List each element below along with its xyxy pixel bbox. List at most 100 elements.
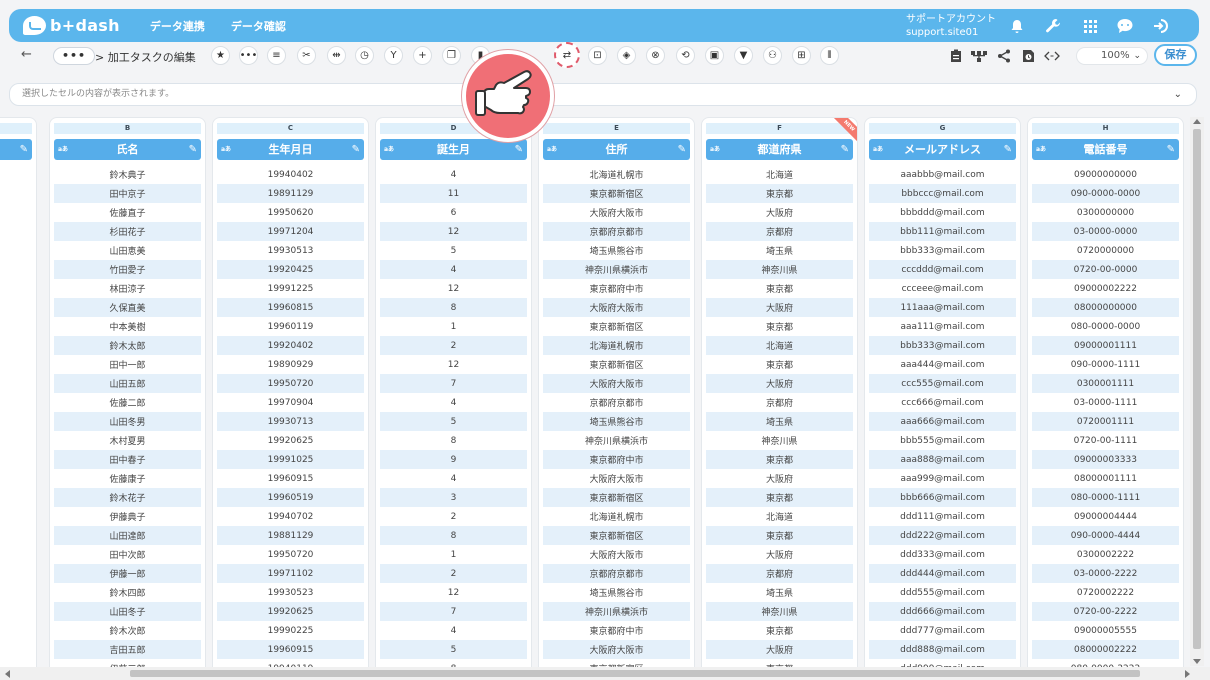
table-cell[interactable]: ddd444@mail.com: [869, 564, 1016, 583]
bell-icon[interactable]: [1008, 17, 1026, 35]
table-cell[interactable]: bbbddd@mail.com: [869, 203, 1016, 222]
table-cell[interactable]: 19960915: [217, 469, 364, 488]
table-cell[interactable]: 7: [380, 602, 527, 621]
clipboard-icon[interactable]: [947, 47, 965, 65]
swap-tool-button[interactable]: ⇄: [554, 42, 580, 68]
table-cell[interactable]: 京都府: [706, 393, 853, 412]
table-cell[interactable]: 北海道: [706, 507, 853, 526]
table-cell[interactable]: aaa888@mail.com: [869, 450, 1016, 469]
merge-tool-button[interactable]: ⚇: [763, 46, 782, 65]
table-cell[interactable]: 京都府京都市: [543, 393, 690, 412]
edit-pen-icon[interactable]: ✎: [515, 139, 523, 160]
table-cell[interactable]: 08000001111: [1032, 469, 1179, 488]
scroll-left-arrow-icon[interactable]: [5, 670, 10, 678]
table-cell[interactable]: aaa666@mail.com: [869, 412, 1016, 431]
table-cell[interactable]: ddd222@mail.com: [869, 526, 1016, 545]
table-cell[interactable]: 東京都新宿区: [543, 355, 690, 374]
table-cell[interactable]: 神奈川県: [706, 602, 853, 621]
table-cell[interactable]: 杉田花子: [54, 222, 201, 241]
table-cell[interactable]: 19920402: [217, 336, 364, 355]
table-cell[interactable]: 19881129: [217, 526, 364, 545]
table-cell[interactable]: aaa111@mail.com: [869, 317, 1016, 336]
table-cell[interactable]: 東京都府中市: [543, 279, 690, 298]
table-cell[interactable]: 大阪府大阪市: [543, 203, 690, 222]
column-header[interactable]: aあ 誕生月 ✎: [380, 139, 527, 160]
table-cell[interactable]: 12: [380, 583, 527, 602]
table-cell[interactable]: 12: [380, 279, 527, 298]
table-cell[interactable]: 佐藤直子: [54, 203, 201, 222]
table-cell[interactable]: ddd888@mail.com: [869, 640, 1016, 659]
table-cell[interactable]: 東京都新宿区: [543, 184, 690, 203]
table-cell[interactable]: 09000001111: [1032, 336, 1179, 355]
column-header[interactable]: aあ 氏名 ✎: [54, 139, 201, 160]
column-header[interactable]: aあ 電話番号 ✎: [1032, 139, 1179, 160]
edit-pen-icon[interactable]: ✎: [189, 139, 197, 160]
table-cell[interactable]: 北海道: [706, 336, 853, 355]
edit-pen-icon[interactable]: ✎: [20, 139, 28, 160]
branch-tool-button[interactable]: Y: [384, 46, 403, 65]
back-arrow-icon[interactable]: ←: [21, 47, 32, 62]
table-cell[interactable]: 12: [380, 355, 527, 374]
table-cell[interactable]: aaa999@mail.com: [869, 469, 1016, 488]
table-cell[interactable]: ccceee@mail.com: [869, 279, 1016, 298]
table-cell[interactable]: 0300002222: [1032, 545, 1179, 564]
table-cell[interactable]: 神奈川県横浜市: [543, 602, 690, 621]
table-cell[interactable]: 伊藤典子: [54, 507, 201, 526]
table-cell[interactable]: 京都府: [706, 222, 853, 241]
table-cell[interactable]: 9: [380, 450, 527, 469]
cancel-tool-button[interactable]: ⊗: [646, 46, 665, 65]
table-cell[interactable]: 19990225: [217, 621, 364, 640]
table-cell[interactable]: 1: [380, 317, 527, 336]
table-cell[interactable]: 山田冬男: [54, 412, 201, 431]
horizontal-scrollbar[interactable]: [0, 667, 1210, 680]
more-tool-button[interactable]: •••: [239, 46, 258, 65]
table-cell[interactable]: 8: [380, 298, 527, 317]
table-cell[interactable]: 5: [380, 241, 527, 260]
table-cell[interactable]: 田中京子: [54, 184, 201, 203]
table-cell[interactable]: 19950620: [217, 203, 364, 222]
table-cell[interactable]: 埼玉県: [706, 412, 853, 431]
table-cell[interactable]: bbb666@mail.com: [869, 488, 1016, 507]
zoom-select[interactable]: 100% ⌄: [1076, 47, 1148, 65]
table-cell[interactable]: 0300000000: [1032, 203, 1179, 222]
table-cell[interactable]: 19940402: [217, 165, 364, 184]
table-cell[interactable]: 大阪府大阪市: [543, 640, 690, 659]
table-cell[interactable]: 竹田愛子: [54, 260, 201, 279]
table-cell[interactable]: 大阪府: [706, 545, 853, 564]
table-cell[interactable]: ccc555@mail.com: [869, 374, 1016, 393]
filter-tool-button[interactable]: ▼: [734, 46, 753, 65]
table-cell[interactable]: 東京都: [706, 488, 853, 507]
table-cell[interactable]: 2: [380, 564, 527, 583]
table-cell[interactable]: 田中春子: [54, 450, 201, 469]
table-cell[interactable]: 東京都新宿区: [543, 317, 690, 336]
edit-pen-icon[interactable]: ✎: [1167, 139, 1175, 160]
table-cell[interactable]: 東京都新宿区: [543, 526, 690, 545]
table-cell[interactable]: 中本美樹: [54, 317, 201, 336]
table-cell[interactable]: 東京都: [706, 279, 853, 298]
table-cell[interactable]: 鈴木四郎: [54, 583, 201, 602]
table-cell[interactable]: 19971102: [217, 564, 364, 583]
table-cell[interactable]: 佐藤二郎: [54, 393, 201, 412]
column-header[interactable]: aあ メールアドレス ✎: [869, 139, 1016, 160]
table-cell[interactable]: bbb111@mail.com: [869, 222, 1016, 241]
table-cell[interactable]: 大阪府: [706, 640, 853, 659]
frame-tool-button[interactable]: ▣: [705, 46, 724, 65]
table-cell[interactable]: bbbccc@mail.com: [869, 184, 1016, 203]
table-cell[interactable]: ccc666@mail.com: [869, 393, 1016, 412]
table-cell[interactable]: 東京都: [706, 184, 853, 203]
table-cell[interactable]: 京都府: [706, 564, 853, 583]
table-cell[interactable]: 19930513: [217, 241, 364, 260]
table-cell[interactable]: 19970904: [217, 393, 364, 412]
code-icon[interactable]: [1043, 47, 1061, 65]
replace-tool-button[interactable]: ⟲: [676, 46, 695, 65]
column-letter[interactable]: F: [706, 123, 853, 134]
table-cell[interactable]: 0720-00-0000: [1032, 260, 1179, 279]
tools-tool-button[interactable]: ✂: [297, 46, 316, 65]
support-chat-icon[interactable]: [1116, 17, 1134, 35]
table-cell[interactable]: 08000000000: [1032, 298, 1179, 317]
table-cell[interactable]: 5: [380, 412, 527, 431]
app-logo[interactable]: b+dash: [23, 16, 120, 35]
table-cell[interactable]: 北海道札幌市: [543, 507, 690, 526]
table-cell[interactable]: 03-0000-2222: [1032, 564, 1179, 583]
table-cell[interactable]: 大阪府: [706, 298, 853, 317]
